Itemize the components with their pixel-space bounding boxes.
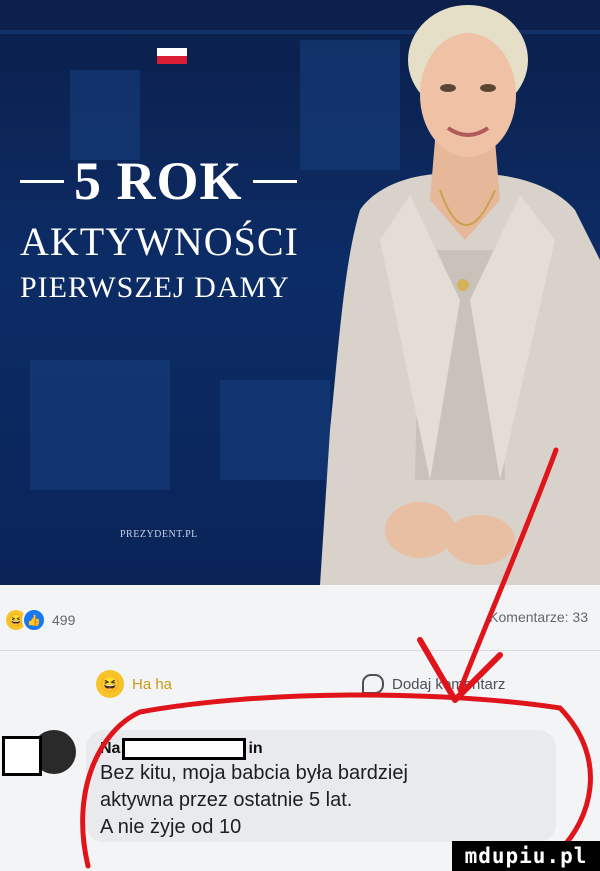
comment-text: Bez kitu, moja babcia była bardziej akty… — [100, 762, 408, 838]
title-line-3: PIERWSZEJ DAMY — [20, 271, 290, 304]
watermark-logo: mdupiu.pl — [452, 841, 600, 871]
haha-emoji-icon: 😆 — [96, 670, 124, 698]
add-comment-label: Dodaj komentarz — [392, 675, 506, 693]
haha-label: Ha ha — [132, 675, 173, 693]
add-comment-button[interactable]: Dodaj komentarz — [362, 674, 505, 694]
post-image[interactable]: 5 ROK AKTYWNOŚCI PIERWSZEJ DAMY PREZYDEN… — [0, 0, 600, 585]
banner-title: 5 ROK AKTYWNOŚCI PIERWSZEJ DAMY — [20, 150, 340, 305]
portrait-photo — [320, 5, 600, 585]
bookshelf-block — [30, 360, 170, 490]
haha-reaction-button[interactable]: 😆 Ha ha — [96, 670, 172, 698]
name-redaction-box — [122, 738, 247, 760]
title-dash-right — [252, 179, 297, 183]
reaction-count: 499 — [52, 612, 76, 628]
title-dash-left — [20, 179, 64, 183]
divider — [0, 650, 600, 651]
title-number: 5 ROK — [74, 151, 243, 211]
like-icon: 👍 — [22, 608, 46, 632]
comments-count-link[interactable]: Komentarze: 33 — [489, 609, 588, 625]
reaction-summary[interactable]: 😆 👍 499 — [6, 608, 75, 632]
polish-flag-icon — [157, 48, 187, 64]
source-site-label: PREZYDENT.PL — [120, 529, 198, 540]
avatar-redaction-box — [2, 736, 42, 776]
commenter-name[interactable]: Na in — [100, 738, 263, 760]
title-line-2: AKTYWNOŚCI — [20, 219, 299, 264]
name-prefix: Na — [100, 740, 121, 757]
bookshelf-block — [70, 70, 140, 160]
name-suffix: in — [248, 740, 263, 757]
comment-bubble-icon — [362, 674, 384, 694]
bookshelf-block — [220, 380, 330, 480]
